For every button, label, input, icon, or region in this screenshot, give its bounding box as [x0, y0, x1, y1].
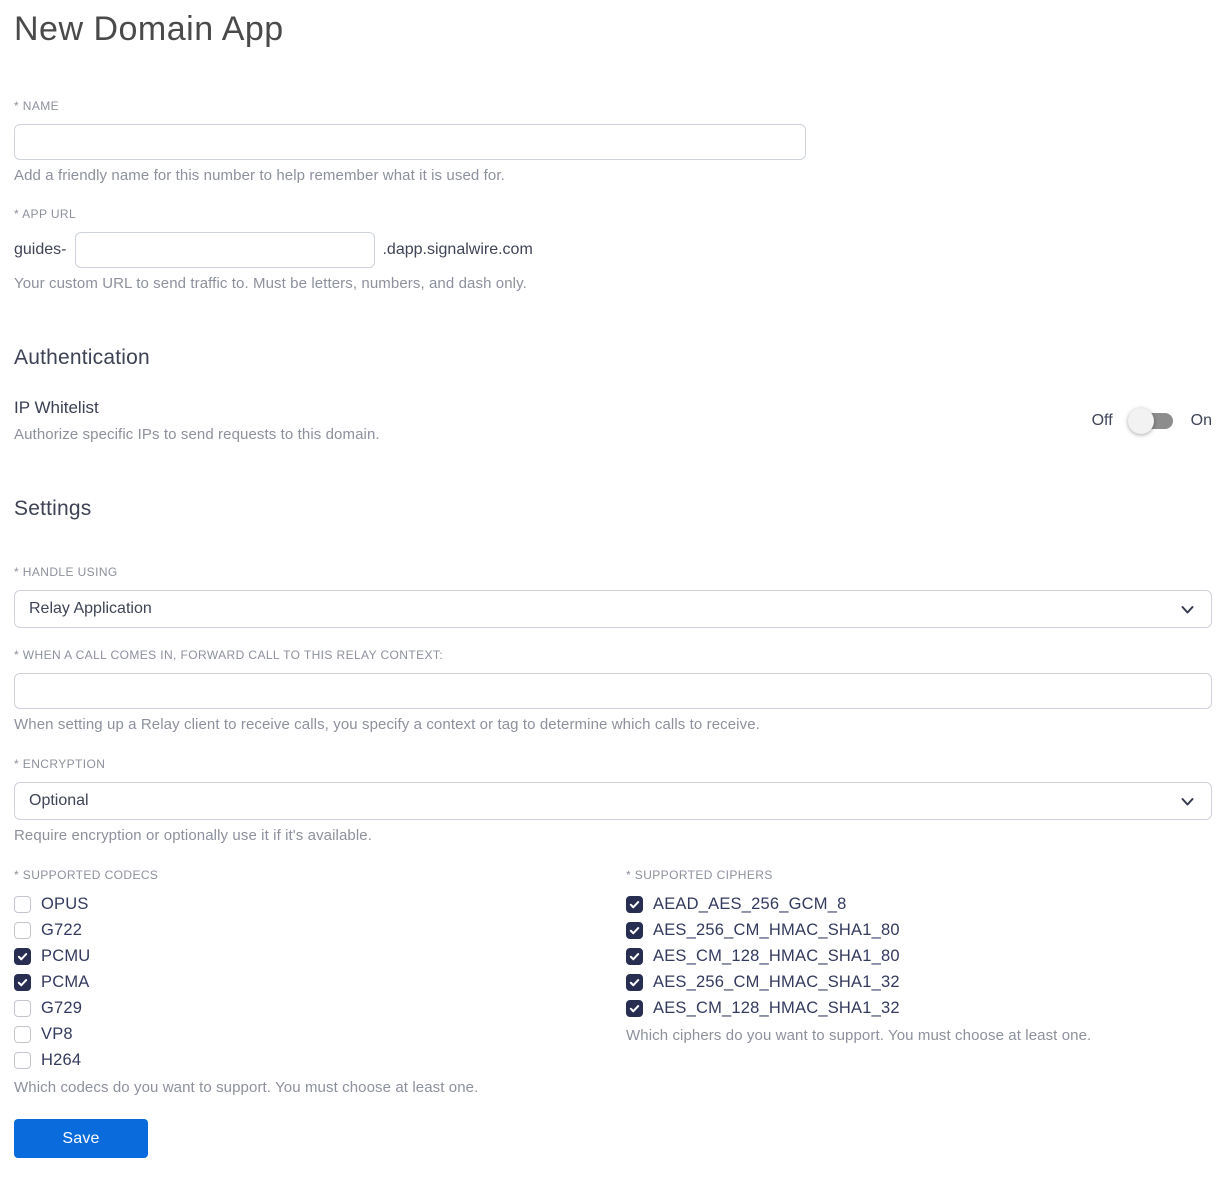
- app-url-help: Your custom URL to send traffic to. Must…: [14, 275, 527, 292]
- checkbox-checked-icon[interactable]: [626, 974, 643, 991]
- codec-option-g722[interactable]: G722: [14, 921, 626, 939]
- codec-option-label: PCMA: [41, 973, 90, 991]
- checkbox-unchecked-icon[interactable]: [14, 922, 31, 939]
- app-url-input[interactable]: [75, 232, 376, 268]
- ip-whitelist-text: IP Whitelist Authorize specific IPs to s…: [14, 398, 380, 443]
- supported-codecs-group: * SUPPORTED CODECS OPUS G722 PCMU PCMA G729 V…: [14, 868, 626, 1096]
- authentication-heading: Authentication: [14, 346, 150, 369]
- save-button[interactable]: Save: [14, 1119, 148, 1158]
- codec-option-label: OPUS: [41, 895, 89, 913]
- checkbox-checked-icon[interactable]: [626, 948, 643, 965]
- chevron-down-icon: [1181, 797, 1194, 805]
- codec-option-opus[interactable]: OPUS: [14, 895, 626, 913]
- cipher-option-label: AES_256_CM_HMAC_SHA1_80: [653, 921, 900, 939]
- relay-context-input[interactable]: [14, 673, 1212, 709]
- name-help: Add a friendly name for this number to h…: [14, 167, 505, 184]
- name-input[interactable]: [14, 124, 806, 160]
- app-url-label: * APP URL: [14, 207, 77, 221]
- toggle-on-label: On: [1190, 411, 1212, 429]
- handle-using-value: Relay Application: [29, 600, 152, 617]
- cipher-option-aes_cm_128_hmac_sha1_32[interactable]: AES_CM_128_HMAC_SHA1_32: [626, 999, 1212, 1017]
- name-label: * NAME: [14, 99, 60, 113]
- checkbox-unchecked-icon[interactable]: [14, 1000, 31, 1017]
- checkbox-unchecked-icon[interactable]: [14, 1026, 31, 1043]
- codec-option-label: G729: [41, 999, 83, 1017]
- page-title: New Domain App: [14, 10, 284, 48]
- app-url-suffix: .dapp.signalwire.com: [382, 241, 533, 258]
- handle-using-group: * HANDLE USING Relay Application: [14, 565, 1212, 628]
- toggle-knob-icon[interactable]: [1127, 407, 1154, 434]
- checkbox-unchecked-icon[interactable]: [14, 896, 31, 913]
- checkbox-checked-icon[interactable]: [626, 922, 643, 939]
- codec-option-vp8[interactable]: VP8: [14, 1025, 626, 1043]
- ip-whitelist-toggle[interactable]: [1127, 407, 1173, 434]
- cipher-option-label: AES_256_CM_HMAC_SHA1_32: [653, 973, 900, 991]
- encryption-select[interactable]: Optional: [14, 782, 1212, 820]
- handle-using-select[interactable]: Relay Application: [14, 590, 1212, 628]
- supported-ciphers-label: * SUPPORTED CIPHERS: [626, 868, 773, 882]
- checkbox-checked-icon[interactable]: [14, 948, 31, 965]
- codec-option-g729[interactable]: G729: [14, 999, 626, 1017]
- encryption-value: Optional: [29, 792, 89, 809]
- ciphers-help: Which ciphers do you want to support. Yo…: [626, 1027, 1092, 1044]
- relay-context-label: * WHEN A CALL COMES IN, FORWARD CALL TO …: [14, 648, 444, 662]
- codec-option-label: PCMU: [41, 947, 91, 965]
- codec-cipher-columns: * SUPPORTED CODECS OPUS G722 PCMU PCMA G729 V…: [14, 868, 1212, 1096]
- settings-heading: Settings: [14, 497, 92, 520]
- codec-option-label: G722: [41, 921, 83, 939]
- cipher-option-label: AEAD_AES_256_GCM_8: [653, 895, 847, 913]
- encryption-label: * ENCRYPTION: [14, 757, 106, 771]
- codec-option-label: VP8: [41, 1025, 73, 1043]
- codec-option-pcmu[interactable]: PCMU: [14, 947, 626, 965]
- new-domain-app-form: New Domain App * NAME Add a friendly nam…: [0, 0, 1230, 1178]
- cipher-option-aes_256_cm_hmac_sha1_32[interactable]: AES_256_CM_HMAC_SHA1_32: [626, 973, 1212, 991]
- app-url-prefix: guides-: [14, 241, 67, 258]
- encryption-help: Require encryption or optionally use it …: [14, 827, 373, 844]
- cipher-option-label: AES_CM_128_HMAC_SHA1_80: [653, 947, 900, 965]
- app-url-field-group: * APP URL guides- .dapp.signalwire.com Y…: [14, 207, 1212, 292]
- cipher-option-aead_aes_256_gcm_8[interactable]: AEAD_AES_256_GCM_8: [626, 895, 1212, 913]
- encryption-group: * ENCRYPTION Optional Require encryption…: [14, 757, 1212, 844]
- ip-whitelist-toggle-group: Off On: [1091, 407, 1212, 434]
- codec-option-pcma[interactable]: PCMA: [14, 973, 626, 991]
- ip-whitelist-row: IP Whitelist Authorize specific IPs to s…: [14, 398, 1212, 443]
- ip-whitelist-label: IP Whitelist: [14, 398, 99, 417]
- cipher-option-aes_cm_128_hmac_sha1_80[interactable]: AES_CM_128_HMAC_SHA1_80: [626, 947, 1212, 965]
- app-url-row: guides- .dapp.signalwire.com: [14, 232, 1212, 268]
- ip-whitelist-help: Authorize specific IPs to send requests …: [14, 426, 380, 443]
- cipher-option-aes_256_cm_hmac_sha1_80[interactable]: AES_256_CM_HMAC_SHA1_80: [626, 921, 1212, 939]
- supported-ciphers-group: * SUPPORTED CIPHERS AEAD_AES_256_GCM_8 AE…: [626, 868, 1212, 1096]
- supported-codecs-label: * SUPPORTED CODECS: [14, 868, 159, 882]
- checkbox-checked-icon[interactable]: [626, 896, 643, 913]
- codecs-help: Which codecs do you want to support. You…: [14, 1079, 479, 1096]
- codec-option-h264[interactable]: H264: [14, 1051, 626, 1069]
- checkbox-checked-icon[interactable]: [14, 974, 31, 991]
- name-field-group: * NAME Add a friendly name for this numb…: [14, 99, 1212, 184]
- cipher-list: AEAD_AES_256_GCM_8 AES_256_CM_HMAC_SHA1_8…: [626, 895, 1212, 1017]
- relay-context-group: * WHEN A CALL COMES IN, FORWARD CALL TO …: [14, 648, 1212, 733]
- handle-using-label: * HANDLE USING: [14, 565, 118, 579]
- chevron-down-icon: [1181, 605, 1194, 613]
- relay-context-help: When setting up a Relay client to receiv…: [14, 716, 760, 733]
- checkbox-unchecked-icon[interactable]: [14, 1052, 31, 1069]
- cipher-option-label: AES_CM_128_HMAC_SHA1_32: [653, 999, 900, 1017]
- codec-option-label: H264: [41, 1051, 82, 1069]
- toggle-off-label: Off: [1091, 411, 1113, 429]
- checkbox-checked-icon[interactable]: [626, 1000, 643, 1017]
- codec-list: OPUS G722 PCMU PCMA G729 VP8 H264: [14, 895, 626, 1069]
